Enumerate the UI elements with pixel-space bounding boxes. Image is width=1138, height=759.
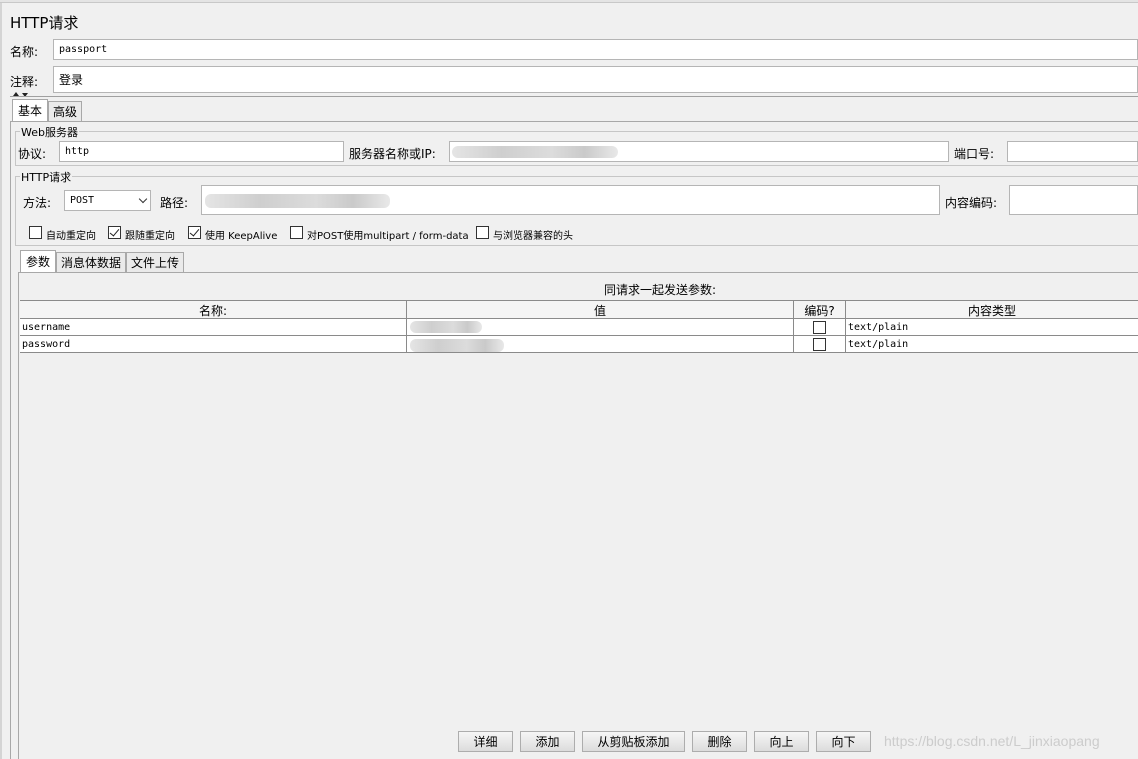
tab-advanced[interactable]: 高级: [48, 101, 82, 121]
keepalive-checkbox[interactable]: [188, 226, 201, 239]
web-server-group-title: Web服务器: [20, 124, 79, 140]
header-encode[interactable]: 编码?: [794, 301, 846, 319]
multipart-checkbox[interactable]: [290, 226, 303, 239]
header-name[interactable]: 名称:: [20, 301, 407, 319]
encode-checkbox[interactable]: [813, 320, 826, 334]
port-field[interactable]: [1007, 141, 1138, 162]
path-label: 路径:: [160, 196, 189, 210]
delete-button[interactable]: 删除: [692, 731, 747, 752]
keepalive-label: 使用 KeepAlive: [205, 231, 278, 242]
auto-redirect-label: 自动重定向: [46, 231, 96, 242]
params-table: 名称: 值 编码? 内容类型 username text/plain passw…: [20, 300, 1138, 754]
redacted-username-value: [410, 321, 482, 333]
add-from-clipboard-button[interactable]: 从剪贴板添加: [582, 731, 685, 752]
table-header: 名称: 值 编码? 内容类型: [20, 300, 1138, 319]
encoding-field[interactable]: [1009, 185, 1138, 215]
tab-parameters[interactable]: 参数: [20, 250, 56, 272]
table-row[interactable]: username text/plain: [20, 319, 1138, 336]
auto-redirect-checkbox[interactable]: [29, 226, 42, 239]
name-field[interactable]: passport: [53, 39, 1138, 60]
method-value: POST: [70, 195, 95, 206]
row-content-type[interactable]: text/plain: [846, 319, 1138, 335]
tab-body-data[interactable]: 消息体数据: [56, 252, 126, 272]
splitter-line: [10, 96, 1138, 97]
panel-title: HTTP请求: [10, 14, 79, 32]
row-encode-cell: [794, 319, 846, 335]
watermark: https://blog.csdn.net/L_jinxiaopang: [884, 733, 1100, 749]
row-content-type[interactable]: text/plain: [846, 336, 1138, 352]
top-frame-line: [0, 0, 1138, 3]
browser-headers-label: 与浏览器兼容的头: [493, 231, 573, 242]
encode-checkbox[interactable]: [813, 337, 826, 351]
tab-file-upload[interactable]: 文件上传: [126, 252, 184, 272]
follow-redirect-checkbox[interactable]: [108, 226, 121, 239]
redacted-password-value: [410, 339, 504, 352]
detail-button[interactable]: 详细: [458, 731, 513, 752]
name-label: 名称:: [10, 45, 39, 59]
protocol-label: 协议:: [18, 147, 47, 161]
follow-redirect-label: 跟随重定向: [125, 231, 175, 242]
params-caption: 同请求一起发送参数:: [604, 283, 717, 297]
left-frame-line: [0, 0, 2, 759]
row-encode-cell: [794, 336, 846, 352]
header-value[interactable]: 值: [407, 301, 794, 319]
row-name[interactable]: username: [20, 319, 407, 335]
comment-label: 注释:: [10, 75, 39, 89]
row-name[interactable]: password: [20, 336, 407, 352]
port-label: 端口号:: [954, 147, 995, 161]
table-row[interactable]: password text/plain: [20, 336, 1138, 353]
tab-basic[interactable]: 基本: [12, 99, 48, 121]
chevron-down-icon: [138, 194, 148, 203]
comment-field[interactable]: 登录: [53, 66, 1138, 93]
multipart-label: 对POST使用multipart / form-data: [307, 231, 469, 242]
move-up-button[interactable]: 向上: [754, 731, 809, 752]
redacted-server-value: [452, 146, 618, 158]
method-select[interactable]: POST: [64, 190, 151, 211]
server-label: 服务器名称或IP:: [349, 147, 436, 161]
encoding-label: 内容编码:: [945, 196, 998, 210]
add-button[interactable]: 添加: [520, 731, 575, 752]
http-request-group-title: HTTP请求: [20, 169, 73, 185]
browser-headers-checkbox[interactable]: [476, 226, 489, 239]
method-label: 方法:: [23, 196, 52, 210]
header-content-type[interactable]: 内容类型: [846, 301, 1138, 319]
move-down-button[interactable]: 向下: [816, 731, 871, 752]
redacted-path-value: [205, 194, 390, 208]
protocol-field[interactable]: http: [59, 141, 344, 162]
